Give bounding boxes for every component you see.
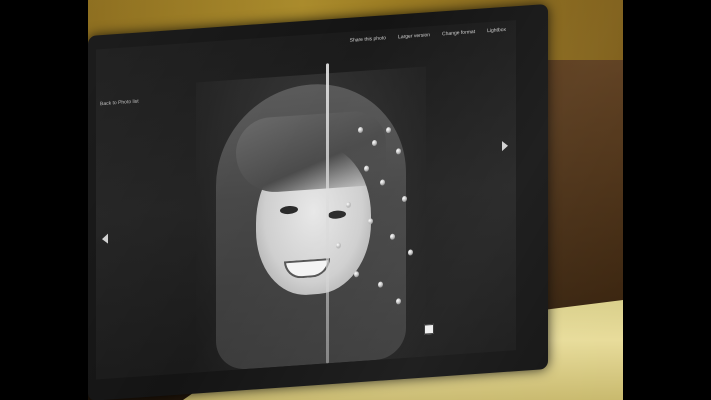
laptop-screen: Share this photo Larger version Change f…: [96, 20, 516, 380]
toolbar-item[interactable]: Lightbox: [485, 27, 508, 35]
photo-frame: Share this photo Larger version Change f…: [0, 0, 711, 400]
liquid-streak: [326, 63, 329, 364]
back-link[interactable]: Back to Photo list: [100, 99, 139, 108]
photograph: Share this photo Larger version Change f…: [88, 0, 623, 400]
chevron-left-icon[interactable]: [102, 233, 108, 245]
chevron-right-icon[interactable]: [502, 140, 508, 152]
toolbar-item[interactable]: Larger version: [396, 32, 432, 41]
toolbar-item[interactable]: Change format: [440, 29, 477, 38]
screen-toolbar: Share this photo Larger version Change f…: [348, 27, 508, 44]
cursor-icon: [424, 323, 434, 335]
displayed-portrait: [196, 66, 426, 373]
portrait-bangs: [236, 109, 386, 195]
laptop: Share this photo Larger version Change f…: [88, 3, 548, 400]
toolbar-item[interactable]: Share this photo: [348, 35, 388, 44]
